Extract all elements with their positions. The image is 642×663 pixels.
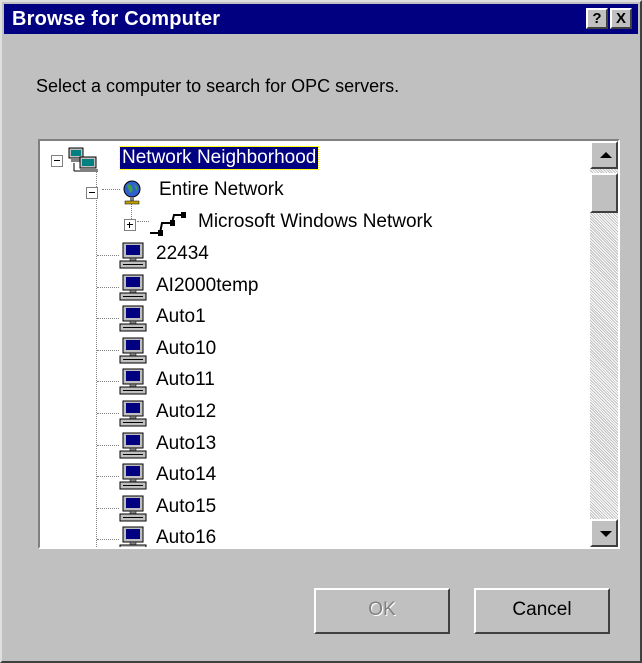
collapse-toggle[interactable] <box>51 155 63 167</box>
tree-connector-line <box>97 318 119 319</box>
tree-label-computer: 22434 <box>156 243 209 264</box>
tree-label-computer: Auto14 <box>156 464 217 485</box>
computer-icon <box>119 242 147 269</box>
vertical-scrollbar[interactable] <box>590 141 618 547</box>
computer-icon <box>119 526 147 547</box>
computer-tree[interactable]: Network Neighborhood Entire Network Micr… <box>38 139 620 549</box>
tree-node-computer[interactable]: Auto15 <box>40 494 400 522</box>
globe-network-icon <box>123 180 141 205</box>
tree-node-entire-network[interactable]: Entire Network <box>40 177 400 205</box>
tree-label-computer: Auto15 <box>156 496 217 517</box>
tree-connector-line <box>97 350 119 351</box>
window-title: Browse for Computer <box>12 8 221 30</box>
cancel-button[interactable]: Cancel <box>474 588 610 634</box>
tree-connector-line <box>97 413 119 414</box>
tree-label-network-neighborhood: Network Neighborhood <box>118 146 320 170</box>
tree-node-computer[interactable]: Auto12 <box>40 399 400 427</box>
help-button[interactable]: ? <box>586 8 608 29</box>
tree-connector-line <box>97 508 119 509</box>
computer-icon <box>119 337 147 364</box>
down-arrow-icon <box>600 531 612 537</box>
computer-icon <box>119 463 147 490</box>
tree-node-computer[interactable]: Auto10 <box>40 336 400 364</box>
tree-node-network-neighborhood[interactable]: Network Neighborhood <box>40 145 400 173</box>
tree-connector-line <box>97 476 119 477</box>
browse-for-computer-dialog: Browse for Computer ? X Select a compute… <box>0 0 642 663</box>
computer-icon <box>119 495 147 522</box>
network-cable-icon <box>150 212 186 236</box>
tree-label-computer: Auto11 <box>156 369 215 390</box>
computer-icon <box>119 274 147 301</box>
tree-node-computer[interactable]: Auto13 <box>40 431 400 459</box>
tree-label-computer: Auto13 <box>156 433 217 454</box>
tree-label-entire-network: Entire Network <box>159 179 284 200</box>
tree-connector-line <box>97 445 119 446</box>
scroll-thumb[interactable] <box>590 173 618 213</box>
tree-node-computer[interactable]: 22434 <box>40 241 400 269</box>
collapse-toggle[interactable] <box>86 187 98 199</box>
tree-node-computer[interactable]: Auto11 <box>40 367 400 395</box>
tree-connector-line <box>97 381 119 382</box>
scroll-up-button[interactable] <box>590 141 618 169</box>
tree-node-computer[interactable]: Auto1 <box>40 304 400 332</box>
tree-label-computer: Auto1 <box>156 306 206 327</box>
computer-icon <box>119 305 147 332</box>
computer-icon <box>119 432 147 459</box>
tree-label-microsoft-windows-network: Microsoft Windows Network <box>198 211 433 232</box>
network-neighborhood-icon <box>68 147 98 172</box>
tree-content: Network Neighborhood Entire Network Micr… <box>40 141 590 547</box>
computer-icon <box>119 400 147 427</box>
tree-node-computer[interactable]: Auto16 <box>40 525 400 547</box>
tree-node-microsoft-windows-network[interactable]: Microsoft Windows Network <box>40 209 480 237</box>
expand-toggle[interactable] <box>124 219 136 231</box>
tree-connector-line <box>97 255 119 256</box>
instruction-text: Select a computer to search for OPC serv… <box>36 76 400 96</box>
tree-label-computer: AI2000temp <box>156 275 259 296</box>
scroll-down-button[interactable] <box>590 519 618 547</box>
tree-label-computer: Auto10 <box>156 338 217 359</box>
up-arrow-icon <box>600 152 612 158</box>
title-bar[interactable]: Browse for Computer ? X <box>4 4 638 34</box>
close-button[interactable]: X <box>610 8 632 29</box>
tree-connector-line <box>97 539 119 540</box>
tree-label-computer: Auto16 <box>156 527 217 547</box>
tree-label-computer: Auto12 <box>156 401 217 422</box>
ok-button[interactable]: OK <box>314 588 450 634</box>
tree-node-computer[interactable]: AI2000temp <box>40 273 400 301</box>
computer-icon <box>119 368 147 395</box>
tree-node-computer[interactable]: Auto14 <box>40 462 400 490</box>
tree-connector-line <box>97 287 119 288</box>
